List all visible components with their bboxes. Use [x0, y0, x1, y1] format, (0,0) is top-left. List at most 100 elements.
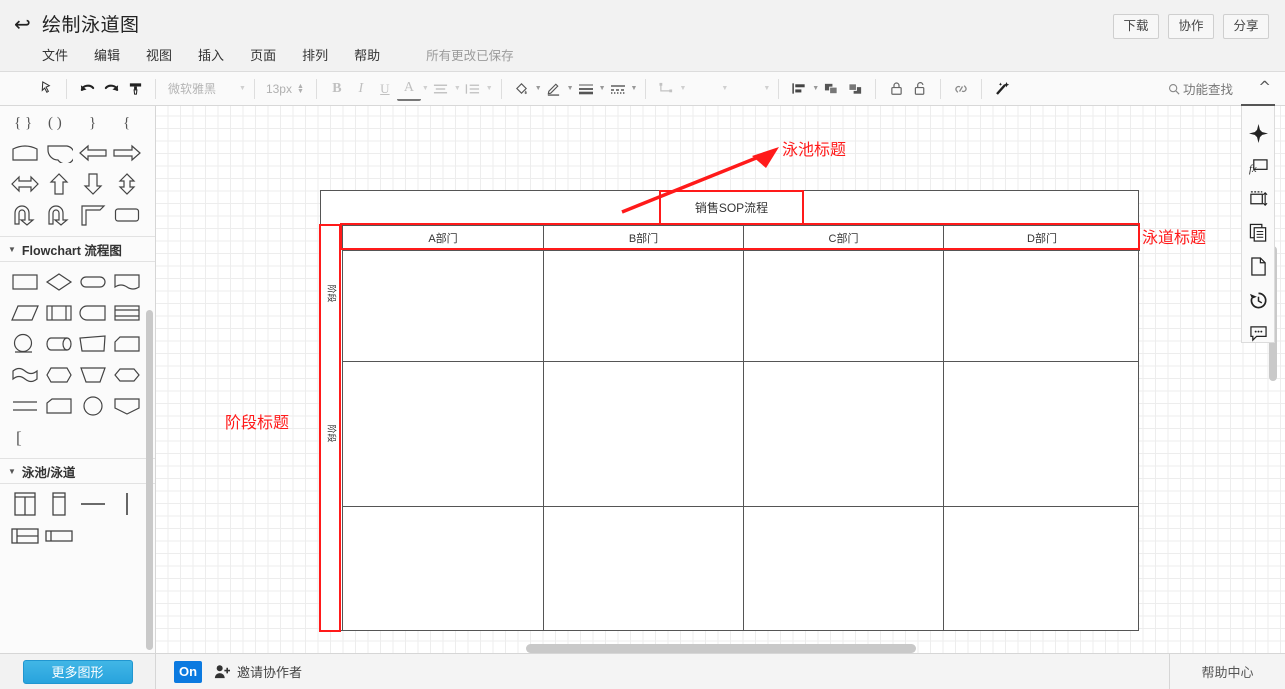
shape-lane-divider-horizontal[interactable] — [76, 488, 110, 519]
shape-manual-input[interactable] — [76, 359, 110, 390]
section-header-flowchart[interactable]: ▼ Flowchart 流程图 — [0, 236, 155, 262]
section-header-swimlane[interactable]: ▼ 泳池/泳道 — [0, 458, 155, 484]
history-clock-icon[interactable] — [1245, 291, 1271, 310]
menu-item-edit[interactable]: 编辑 — [92, 44, 122, 65]
arrow-end-icon[interactable] — [728, 77, 762, 101]
shape-left-bracket[interactable]: [ — [8, 421, 42, 452]
menu-item-help[interactable]: 帮助 — [352, 44, 382, 65]
chevron-down-icon[interactable]: ▼ — [486, 85, 493, 92]
shape-brace-right[interactable]: } — [76, 106, 110, 137]
shape-process-rect[interactable] — [8, 266, 42, 297]
shape-flag-banner[interactable] — [8, 137, 42, 168]
chevron-down-icon[interactable]: ▼ — [631, 85, 638, 92]
shape-multi-document[interactable] — [110, 297, 144, 328]
bring-to-front-icon[interactable] — [819, 77, 843, 101]
stage-label-1[interactable]: 阶段 — [321, 226, 343, 361]
menu-item-file[interactable]: 文件 — [40, 44, 70, 65]
chevron-down-icon[interactable]: ▼ — [535, 85, 542, 92]
text-align-icon[interactable] — [429, 77, 453, 101]
shape-pool-vertical-1lane[interactable] — [42, 488, 76, 519]
shape-curved-arrow[interactable] — [42, 199, 76, 230]
more-shapes-button[interactable]: 更多图形 — [22, 659, 133, 684]
new-page-icon[interactable] — [1245, 257, 1271, 276]
shape-display-shape[interactable] — [42, 390, 76, 421]
shape-lines-pair[interactable] — [8, 390, 42, 421]
formula-fx-icon[interactable]: fx — [1245, 158, 1271, 175]
shape-panel-scrollbar[interactable] — [146, 310, 153, 650]
resize-canvas-icon[interactable] — [1245, 190, 1271, 208]
redo-icon[interactable] — [99, 77, 123, 101]
shape-corner-bracket[interactable] — [76, 199, 110, 230]
menu-item-view[interactable]: 视图 — [144, 44, 174, 65]
lane-header-d[interactable]: D部门 — [943, 226, 1140, 251]
shape-direct-access-storage[interactable] — [42, 328, 76, 359]
canvas-horizontal-scrollbar[interactable] — [526, 644, 916, 653]
collaboration-toggle[interactable]: On — [174, 660, 202, 683]
underline-button[interactable]: U — [373, 77, 397, 101]
shape-internal-storage[interactable] — [76, 297, 110, 328]
lane-header-c[interactable]: C部门 — [743, 226, 943, 251]
cursor-select-icon[interactable] — [34, 77, 58, 101]
chevron-down-icon[interactable]: ▼ — [721, 85, 728, 92]
unlock-icon[interactable] — [908, 77, 932, 101]
magic-wand-icon[interactable] — [990, 77, 1014, 101]
line-weight-icon[interactable] — [574, 77, 598, 101]
chevron-down-icon[interactable]: ▼ — [763, 85, 770, 92]
shape-arrow-down[interactable] — [76, 168, 110, 199]
shape-connector-circle[interactable] — [8, 328, 42, 359]
font-size-input[interactable]: 13px — [263, 82, 297, 96]
pen-icon[interactable] — [542, 77, 566, 101]
line-spacing-icon[interactable] — [461, 77, 485, 101]
shape-arrow-left-right[interactable] — [8, 168, 42, 199]
font-size-stepper[interactable]: ▲ ▼ — [297, 83, 304, 95]
shape-brace-single[interactable]: { — [110, 106, 144, 137]
back-arrow-icon[interactable]: ↩ — [14, 14, 31, 34]
fill-bucket-icon[interactable] — [510, 77, 534, 101]
download-button[interactable]: 下载 — [1113, 14, 1159, 39]
pages-copy-icon[interactable] — [1245, 223, 1271, 242]
chevron-down-icon[interactable]: ▼ — [422, 85, 429, 92]
chevron-down-icon[interactable]: ▼ — [599, 85, 606, 92]
lane-header-b[interactable]: B部门 — [543, 226, 743, 251]
navigator-compass-icon[interactable] — [1245, 124, 1271, 143]
shape-preparation-hexagon[interactable] — [42, 359, 76, 390]
feature-search[interactable]: 功能查找 — [1168, 79, 1233, 98]
stage-column[interactable]: 阶段 阶段 — [321, 226, 343, 630]
shape-pie-quarter[interactable] — [42, 137, 76, 168]
chevron-down-icon[interactable]: ▼ — [679, 85, 686, 92]
shape-arrow-up[interactable] — [42, 168, 76, 199]
shape-card[interactable] — [110, 328, 144, 359]
chevron-down-icon[interactable]: ▼ — [454, 85, 461, 92]
collaborate-button[interactable]: 协作 — [1168, 14, 1214, 39]
shape-arrow-up-down[interactable] — [110, 168, 144, 199]
shape-predefined-process[interactable] — [42, 297, 76, 328]
invite-collaborator-button[interactable]: 邀请协作者 — [214, 662, 302, 681]
link-icon[interactable] — [949, 77, 973, 101]
chevron-up-icon[interactable]: ^ — [1258, 78, 1271, 96]
align-objects-icon[interactable] — [787, 77, 811, 101]
shape-circle[interactable] — [76, 390, 110, 421]
arrow-start-icon[interactable] — [686, 77, 720, 101]
shape-u-turn-arrow[interactable] — [8, 199, 42, 230]
chevron-down-icon[interactable]: ▼ — [812, 85, 819, 92]
send-to-back-icon[interactable] — [843, 77, 867, 101]
shape-manual-operation[interactable] — [76, 328, 110, 359]
bold-button[interactable]: B — [325, 77, 349, 101]
connector-elbow-icon[interactable] — [654, 77, 678, 101]
menu-item-insert[interactable]: 插入 — [196, 44, 226, 65]
shape-pool-horizontal-1lane[interactable] — [42, 519, 76, 550]
shape-pentagon-down[interactable] — [110, 390, 144, 421]
shape-wave-document[interactable] — [8, 359, 42, 390]
lock-icon[interactable] — [884, 77, 908, 101]
chevron-down-icon[interactable]: ▼ — [567, 85, 574, 92]
lane-header-a[interactable]: A部门 — [343, 226, 543, 251]
line-dash-icon[interactable] — [606, 77, 630, 101]
stage-label-2[interactable]: 阶段 — [321, 361, 343, 506]
shape-arrow-right[interactable] — [110, 137, 144, 168]
shape-document[interactable] — [110, 266, 144, 297]
italic-button[interactable]: I — [349, 77, 373, 101]
shape-terminator-rounded[interactable] — [76, 266, 110, 297]
shape-brace-left-right[interactable]: { } — [8, 106, 42, 137]
shape-hexagon[interactable] — [110, 359, 144, 390]
shape-paren-left-right[interactable]: ( ) — [42, 106, 76, 137]
